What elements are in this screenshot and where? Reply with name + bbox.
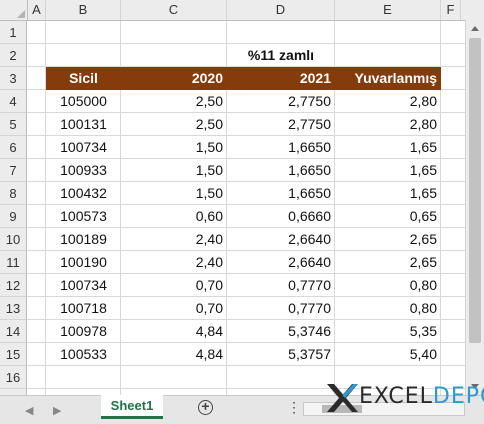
value-2021-cell[interactable]: 0,6660 (227, 205, 335, 228)
value-2021-cell[interactable]: 1,6650 (227, 182, 335, 205)
value-2020-cell[interactable]: 1,50 (121, 182, 227, 205)
row-header[interactable]: 7 (0, 159, 27, 182)
row-header[interactable]: 3 (0, 67, 27, 90)
exceldepo-wordmark: EXCELDEPO (359, 384, 484, 409)
rounded-value-cell[interactable]: 0,80 (335, 274, 441, 297)
rounded-value-cell[interactable]: 2,65 (335, 251, 441, 274)
sicil-cell[interactable]: 100131 (46, 113, 121, 136)
row-header[interactable]: 14 (0, 320, 27, 343)
sicil-cell[interactable]: 100533 (46, 343, 121, 366)
value-2020-cell[interactable]: 4,84 (121, 343, 227, 366)
exceldepo-logo: EXCELDEPO (325, 378, 484, 418)
row-header[interactable]: 5 (0, 113, 27, 136)
row-header[interactable]: 10 (0, 228, 27, 251)
rounded-value-cell[interactable]: 0,80 (335, 297, 441, 320)
sicil-cell[interactable]: 100933 (46, 159, 121, 182)
column-header-e[interactable]: E (335, 0, 441, 20)
row-header[interactable]: 6 (0, 136, 27, 159)
value-2021-cell[interactable]: 2,7750 (227, 113, 335, 136)
value-2021-cell[interactable]: 2,7750 (227, 90, 335, 113)
rounded-value-cell[interactable]: 1,65 (335, 136, 441, 159)
logo-text-excel: EXCEL (359, 384, 433, 409)
value-2021-cell[interactable]: 2,6640 (227, 228, 335, 251)
rounded-value-cell[interactable]: 2,80 (335, 90, 441, 113)
header-cell-yuvarlanmis[interactable]: Yuvarlanmış (335, 67, 441, 90)
value-2020-cell[interactable]: 1,50 (121, 159, 227, 182)
vertical-scrollbar[interactable] (465, 20, 484, 395)
rounded-value-cell[interactable]: 1,65 (335, 182, 441, 205)
more-options-icon[interactable]: ⋮ (287, 399, 301, 416)
value-2020-cell[interactable]: 0,70 (121, 297, 227, 320)
exceldepo-x-logo-icon (327, 384, 358, 412)
column-header-a[interactable]: A (28, 0, 46, 20)
column-header-bar: A B C D E F (0, 0, 484, 21)
add-sheet-icon[interactable]: + (198, 399, 213, 415)
rounded-value-cell[interactable]: 5,35 (335, 320, 441, 343)
row-header[interactable]: 13 (0, 297, 27, 320)
row-header[interactable]: 4 (0, 90, 27, 113)
sicil-cell[interactable]: 100734 (46, 136, 121, 159)
value-2021-cell[interactable]: 1,6650 (227, 159, 335, 182)
scroll-up-icon[interactable] (471, 26, 479, 31)
value-2021-cell[interactable]: 5,3746 (227, 320, 335, 343)
value-2021-cell[interactable]: 2,6640 (227, 251, 335, 274)
sicil-cell[interactable]: 105000 (46, 90, 121, 113)
column-header-d[interactable]: D (227, 0, 335, 20)
logo-text-depo: DEPO (432, 384, 484, 409)
value-2021-cell[interactable]: 1,6650 (227, 136, 335, 159)
row-header[interactable]: 11 (0, 251, 27, 274)
rounded-value-cell[interactable]: 5,40 (335, 343, 441, 366)
sicil-cell[interactable]: 100718 (46, 297, 121, 320)
sicil-cell[interactable]: 100734 (46, 274, 121, 297)
value-2020-cell[interactable]: 2,50 (121, 113, 227, 136)
sicil-cell[interactable]: 100978 (46, 320, 121, 343)
column-header-f[interactable]: F (441, 0, 461, 20)
vertical-scroll-thumb[interactable] (469, 38, 481, 343)
sicil-cell[interactable]: 100432 (46, 182, 121, 205)
rounded-value-cell[interactable]: 2,80 (335, 113, 441, 136)
value-2020-cell[interactable]: 2,50 (121, 90, 227, 113)
column-header-b[interactable]: B (46, 0, 121, 20)
row-header[interactable]: 1 (0, 21, 27, 44)
sicil-cell[interactable]: 100189 (46, 228, 121, 251)
rounded-value-cell[interactable]: 2,65 (335, 228, 441, 251)
sicil-cell[interactable]: 100190 (46, 251, 121, 274)
title-cell[interactable]: %11 zamlı (227, 44, 335, 67)
value-2020-cell[interactable]: 2,40 (121, 251, 227, 274)
value-2020-cell[interactable]: 0,70 (121, 274, 227, 297)
sheet-tab-sheet1[interactable]: Sheet1 (101, 395, 163, 419)
prev-sheet-icon[interactable]: ◀ (25, 404, 33, 417)
header-cell-2021[interactable]: 2021 (227, 67, 335, 90)
worksheet-grid[interactable]: %11 zamlı Sicil 2020 2021 Yuvarlanmış 10… (27, 21, 465, 395)
select-all-triangle-icon (17, 10, 25, 18)
value-2021-cell[interactable]: 0,7770 (227, 274, 335, 297)
header-cell-2020[interactable]: 2020 (121, 67, 227, 90)
row-header[interactable]: 9 (0, 205, 27, 228)
select-all-corner[interactable] (0, 0, 28, 20)
column-header-c[interactable]: C (121, 0, 227, 20)
value-2021-cell[interactable]: 0,7770 (227, 297, 335, 320)
row-header[interactable]: 8 (0, 182, 27, 205)
next-sheet-icon[interactable]: ▶ (53, 404, 61, 417)
value-2020-cell[interactable]: 4,84 (121, 320, 227, 343)
row-header[interactable]: 12 (0, 274, 27, 297)
row-header[interactable]: 15 (0, 343, 27, 366)
sicil-cell[interactable]: 100573 (46, 205, 121, 228)
value-2020-cell[interactable]: 0,60 (121, 205, 227, 228)
value-2020-cell[interactable]: 1,50 (121, 136, 227, 159)
row-header[interactable]: 16 (0, 366, 27, 389)
header-cell-sicil[interactable]: Sicil (46, 67, 121, 90)
value-2021-cell[interactable]: 5,3757 (227, 343, 335, 366)
rounded-value-cell[interactable]: 1,65 (335, 159, 441, 182)
value-2020-cell[interactable]: 2,40 (121, 228, 227, 251)
rounded-value-cell[interactable]: 0,65 (335, 205, 441, 228)
row-header[interactable]: 2 (0, 44, 27, 67)
